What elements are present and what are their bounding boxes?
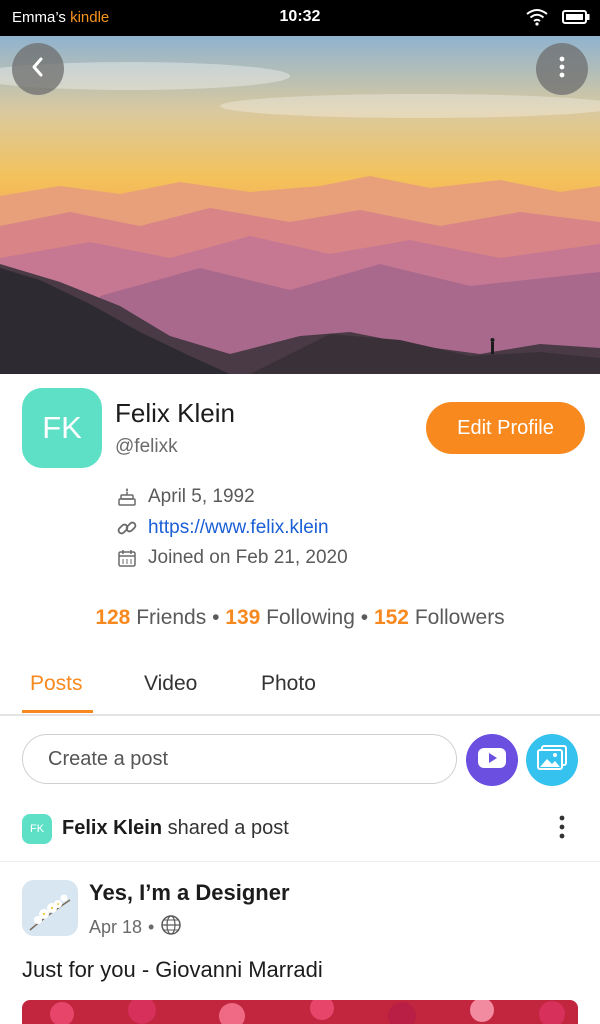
post-title[interactable]: Yes, I’m a Designer xyxy=(89,880,290,906)
following-stat[interactable]: 139 Following xyxy=(225,606,355,629)
play-icon xyxy=(477,747,507,774)
friends-label: Friends xyxy=(136,606,207,629)
post-thumbnail[interactable] xyxy=(22,880,78,936)
post-options-button[interactable] xyxy=(550,812,574,846)
stats-separator: • xyxy=(360,606,369,629)
calendar-icon xyxy=(116,547,138,569)
birthday-text: April 5, 1992 xyxy=(148,486,255,507)
stats-separator: • xyxy=(212,606,220,629)
add-photo-button[interactable] xyxy=(526,734,578,786)
author-name[interactable]: Felix Klein xyxy=(62,817,162,839)
more-vertical-icon xyxy=(558,55,566,84)
globe-icon xyxy=(160,914,182,941)
clock: 10:32 xyxy=(279,8,321,25)
joined-text: Joined on Feb 21, 2020 xyxy=(148,547,348,568)
more-vertical-icon xyxy=(559,814,565,845)
website-link[interactable]: https://www.felix.klein xyxy=(148,517,329,539)
post-meta: Apr 18 • xyxy=(89,914,182,941)
tab-posts[interactable]: Posts xyxy=(30,672,83,696)
friends-stat[interactable]: 128 Friends xyxy=(95,606,206,629)
followers-stat[interactable]: 152 Followers xyxy=(374,606,505,629)
feed-divider xyxy=(0,861,600,862)
profile-tabs: Posts Video Photo xyxy=(0,660,600,716)
post-date: Apr 18 xyxy=(89,917,143,937)
share-action: shared a post xyxy=(167,817,289,839)
following-label: Following xyxy=(266,606,355,629)
back-button[interactable] xyxy=(12,43,64,95)
followers-count: 152 xyxy=(373,606,409,629)
active-tab-indicator xyxy=(22,710,93,713)
followers-label: Followers xyxy=(414,606,505,629)
post-body: Just for you - Giovanni Marradi xyxy=(22,957,323,982)
create-post-input[interactable]: Create a post xyxy=(22,734,457,784)
cake-icon xyxy=(116,486,138,508)
birthday-row: April 5, 1992 xyxy=(116,484,255,510)
joined-row: Joined on Feb 21, 2020 xyxy=(116,545,348,571)
add-video-button[interactable] xyxy=(466,734,518,786)
post-image[interactable] xyxy=(22,1000,578,1024)
website-row: https://www.felix.klein xyxy=(116,515,329,541)
more-options-button[interactable] xyxy=(536,43,588,95)
image-icon xyxy=(537,744,567,776)
shared-post-text: Felix Klein shared a post xyxy=(62,817,289,840)
author-avatar[interactable]: FK xyxy=(22,814,52,844)
chevron-left-icon xyxy=(29,56,47,83)
profile-handle: @felixk xyxy=(115,436,178,457)
edit-profile-button[interactable]: Edit Profile xyxy=(426,402,585,454)
link-icon xyxy=(116,517,138,539)
wifi-icon xyxy=(526,8,548,31)
profile-stats: 128 Friends • 139 Following • 152 Follow… xyxy=(0,606,600,630)
profile-name: Felix Klein xyxy=(115,398,235,428)
battery-icon xyxy=(562,9,590,30)
friends-count: 128 xyxy=(95,606,131,629)
following-count: 139 xyxy=(225,606,261,629)
cover-photo xyxy=(0,36,600,374)
status-bar: Emma’s kindle 10:32 xyxy=(0,0,600,36)
profile-avatar: FK xyxy=(22,388,102,468)
tab-video[interactable]: Video xyxy=(144,672,197,696)
status-icons xyxy=(526,8,590,31)
tab-photo[interactable]: Photo xyxy=(261,672,316,696)
shared-post-header: FK Felix Klein shared a post xyxy=(22,812,578,846)
meta-separator: • xyxy=(148,917,155,937)
